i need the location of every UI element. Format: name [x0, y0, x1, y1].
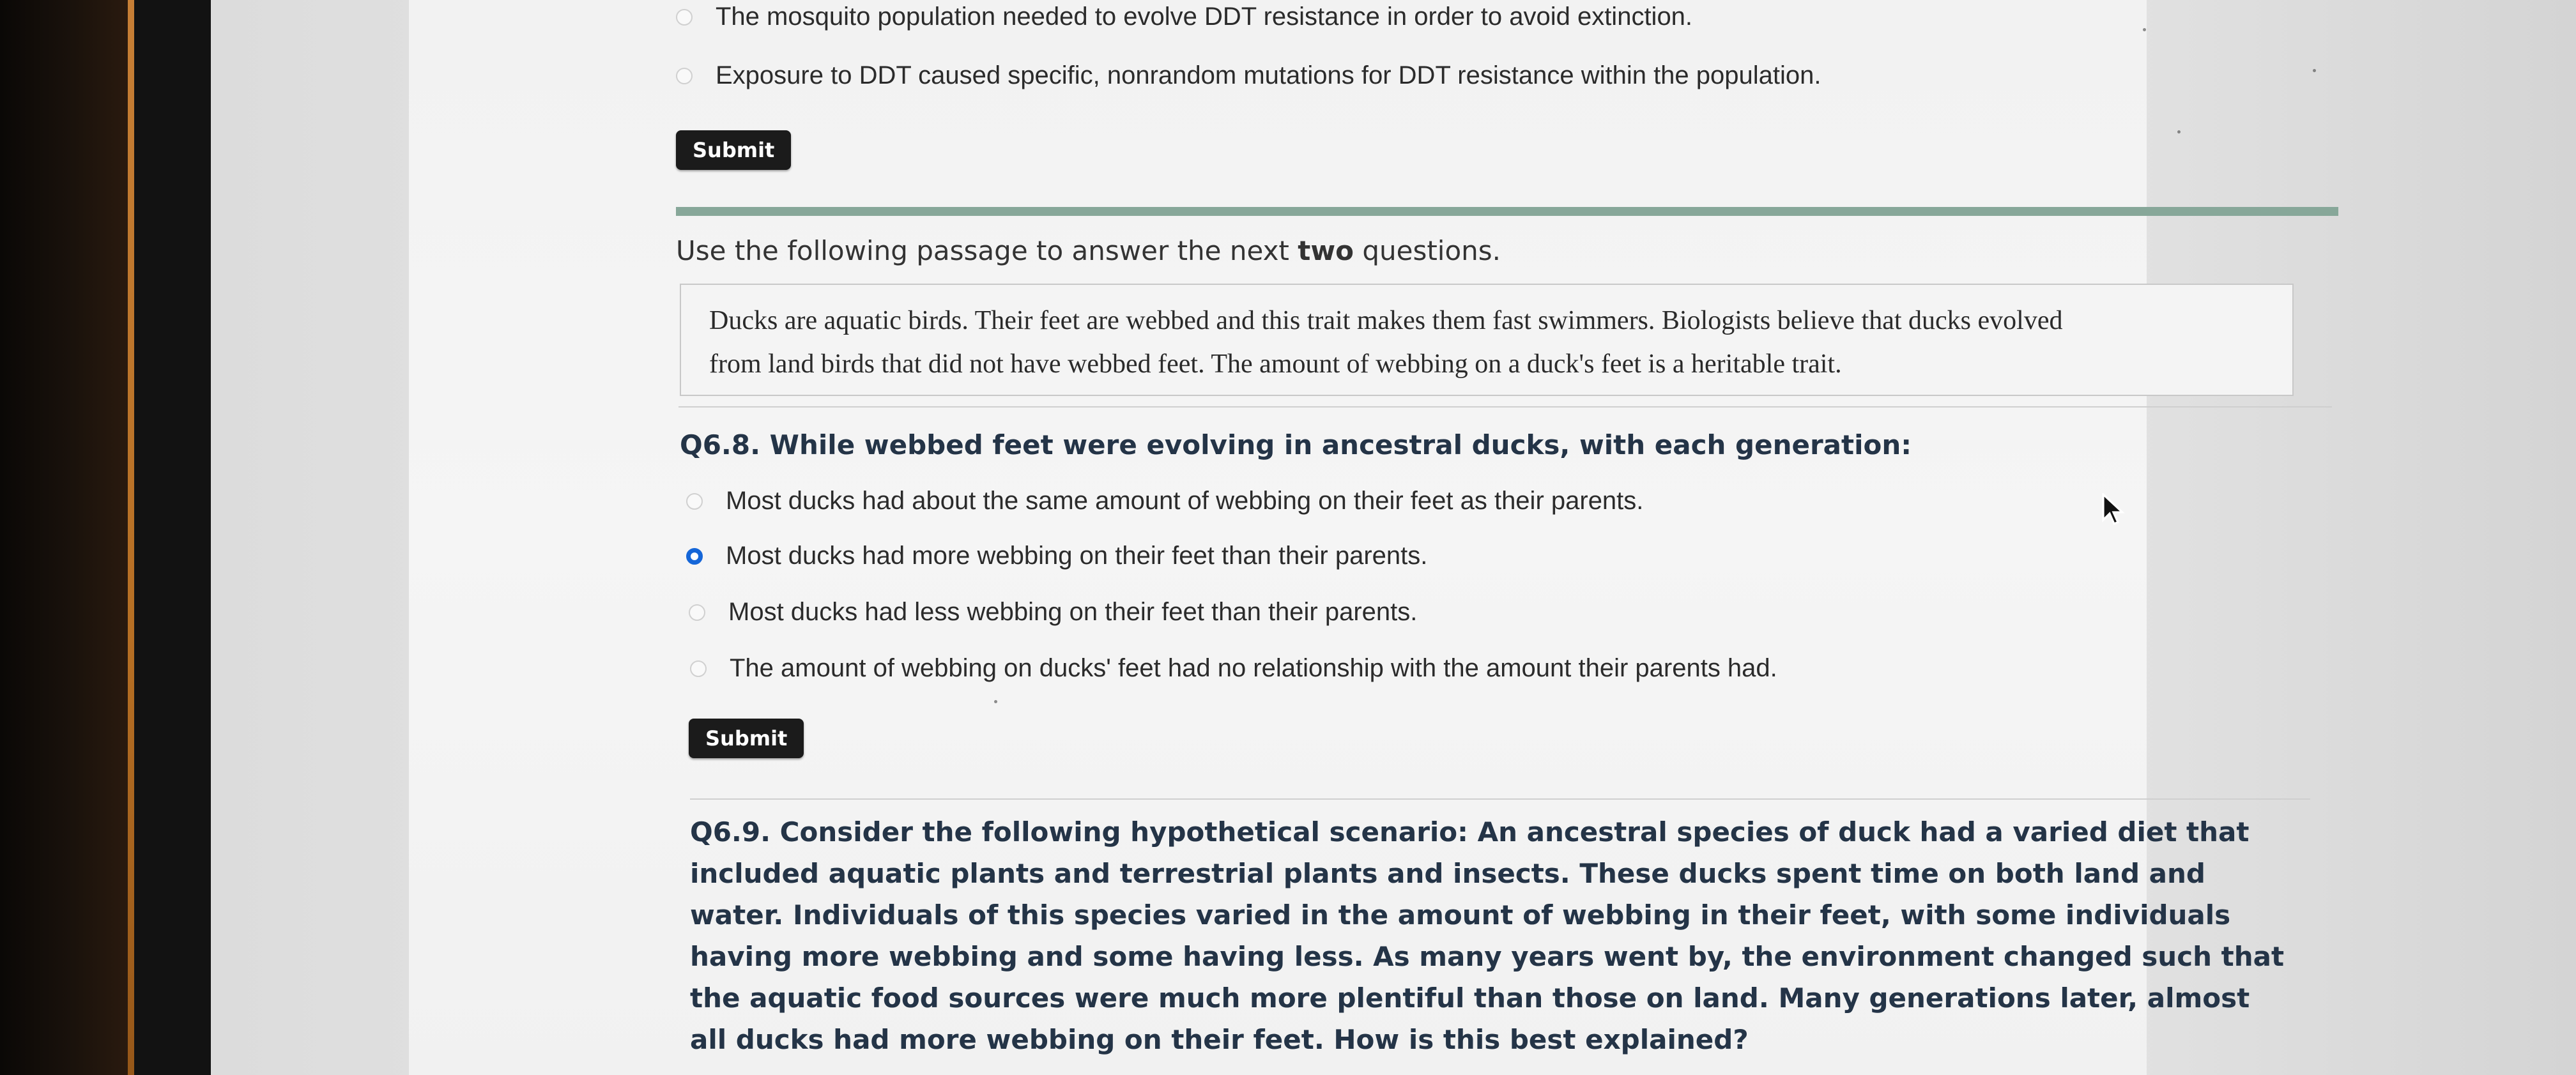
radio-button[interactable] — [689, 604, 705, 621]
radio-button[interactable] — [676, 8, 693, 26]
dust-speck — [2143, 28, 2146, 31]
dust-speck — [2313, 69, 2316, 72]
option-label: Most ducks had less webbing on their fee… — [728, 598, 1418, 626]
monitor-bezel — [134, 0, 211, 1075]
radio-button[interactable] — [686, 492, 703, 510]
q68-option-4[interactable]: The amount of webbing on ducks' feet had… — [690, 654, 1777, 683]
dust-speck — [994, 700, 997, 703]
photo-of-screen: The mosquito population needed to evolve… — [0, 0, 2576, 1075]
monitor-edge-glow — [128, 0, 134, 1075]
question-6-9-text: Q6.9. Consider the following hypothetica… — [690, 816, 2285, 1055]
radio-button[interactable] — [676, 67, 693, 84]
passage-line: Ducks are aquatic birds. Their feet are … — [709, 306, 2063, 335]
option-label: Most ducks had about the same amount of … — [726, 487, 1644, 515]
mouse-pointer-icon — [2102, 493, 2126, 526]
passage-box: Ducks are aquatic birds. Their feet are … — [680, 284, 2294, 396]
q68-option-1[interactable]: Most ducks had about the same amount of … — [686, 487, 1643, 515]
radio-button[interactable] — [690, 660, 707, 677]
q68-option-2[interactable]: Most ducks had more webbing on their fee… — [686, 542, 1427, 570]
top-question-option-1[interactable]: The mosquito population needed to evolve… — [676, 3, 1692, 31]
top-question-option-2[interactable]: Exposure to DDT caused specific, nonrand… — [676, 61, 1821, 90]
submit-button[interactable]: Submit — [676, 130, 792, 170]
option-label: Exposure to DDT caused specific, nonrand… — [716, 61, 1821, 89]
radio-button-selected[interactable] — [686, 547, 703, 565]
question-6-8-title: Q6.8. While webbed feet were evolving in… — [680, 429, 1912, 461]
divider-line — [690, 798, 2310, 800]
section-divider — [676, 207, 2338, 216]
dust-speck — [2177, 130, 2181, 133]
option-label: The mosquito population needed to evolve… — [716, 3, 1693, 31]
option-label: The amount of webbing on ducks' feet had… — [730, 654, 1777, 682]
divider-line — [678, 406, 2332, 408]
q68-option-3[interactable]: Most ducks had less webbing on their fee… — [689, 598, 1417, 627]
passage-instructions: Use the following passage to answer the … — [676, 235, 1501, 266]
passage-line: from land birds that did not have webbed… — [709, 349, 1842, 379]
submit-button[interactable]: Submit — [689, 719, 804, 758]
option-label: Most ducks had more webbing on their fee… — [726, 542, 1428, 570]
